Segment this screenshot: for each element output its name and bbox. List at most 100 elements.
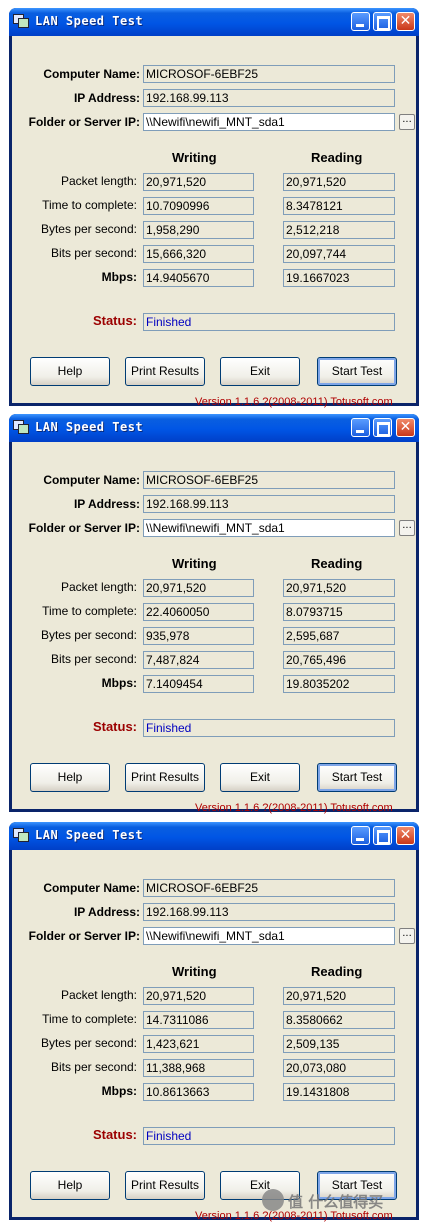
print-results-button[interactable]: Print Results <box>125 763 205 792</box>
writing-bits: 7,487,824 <box>143 651 254 669</box>
window-client: Computer Name: MICROSOF-6EBF25 IP Addres… <box>12 442 416 814</box>
browse-button[interactable]: ... <box>399 520 415 536</box>
window-title: LAN Speed Test <box>35 828 144 842</box>
writing-mbps: 7.1409454 <box>143 675 254 693</box>
watermark-logo: 值 什么值得买 <box>262 1185 412 1215</box>
maximize-icon <box>377 830 390 844</box>
packet-length-label: Packet length: <box>60 174 137 188</box>
browse-button[interactable]: ... <box>399 114 415 130</box>
computer-name-label: Computer Name: <box>43 881 140 895</box>
maximize-button[interactable] <box>373 826 392 845</box>
folder-input[interactable]: \\Newifi\newifi_MNT_sda1 <box>143 519 395 537</box>
browse-button[interactable]: ... <box>399 928 415 944</box>
folder-label: Folder or Server IP: <box>28 115 140 129</box>
computer-name-field: MICROSOF-6EBF25 <box>143 65 395 83</box>
print-results-button[interactable]: Print Results <box>125 1171 205 1200</box>
start-test-button[interactable]: Start Test <box>317 357 397 386</box>
minimize-icon <box>356 838 364 841</box>
status-label: Status: <box>92 719 137 734</box>
reading-bits: 20,073,080 <box>283 1059 395 1077</box>
writing-header: Writing <box>172 964 217 979</box>
maximize-icon <box>377 422 390 436</box>
exit-button[interactable]: Exit <box>220 357 300 386</box>
title-bar[interactable]: LAN Speed Test ✕ <box>9 8 419 36</box>
mbps-label: Mbps: <box>101 270 137 284</box>
version-text: Version 1.1.6 ?(2008-2011) Totusoft.com <box>195 802 393 814</box>
close-button[interactable]: ✕ <box>396 418 415 437</box>
close-icon: ✕ <box>399 419 412 435</box>
writing-time: 22.4060050 <box>143 603 254 621</box>
status-label: Status: <box>92 313 137 328</box>
status-field: Finished <box>143 313 395 331</box>
bits-per-second-label: Bits per second: <box>50 246 137 260</box>
reading-bytes: 2,512,218 <box>283 221 395 239</box>
folder-label: Folder or Server IP: <box>28 929 140 943</box>
ip-address-field: 192.168.99.113 <box>143 89 395 107</box>
writing-bytes: 1,958,290 <box>143 221 254 239</box>
minimize-icon <box>356 24 364 27</box>
computer-name-label: Computer Name: <box>43 473 140 487</box>
reading-bytes: 2,509,135 <box>283 1035 395 1053</box>
reading-mbps: 19.1667023 <box>283 269 395 287</box>
bytes-per-second-label: Bytes per second: <box>40 222 137 236</box>
writing-header: Writing <box>172 150 217 165</box>
print-results-button[interactable]: Print Results <box>125 357 205 386</box>
writing-header: Writing <box>172 556 217 571</box>
status-field: Finished <box>143 1127 395 1145</box>
bits-per-second-label: Bits per second: <box>50 652 137 666</box>
help-button[interactable]: Help <box>30 763 110 792</box>
folder-label: Folder or Server IP: <box>28 521 140 535</box>
reading-bytes: 2,595,687 <box>283 627 395 645</box>
maximize-icon <box>377 16 390 30</box>
title-bar[interactable]: LAN Speed Test ✕ <box>9 822 419 850</box>
app-icon <box>13 420 29 434</box>
app-icon <box>13 14 29 28</box>
writing-bits: 11,388,968 <box>143 1059 254 1077</box>
close-icon: ✕ <box>399 13 412 29</box>
computer-name-field: MICROSOF-6EBF25 <box>143 879 395 897</box>
maximize-button[interactable] <box>373 12 392 31</box>
folder-input[interactable]: \\Newifi\newifi_MNT_sda1 <box>143 927 395 945</box>
bytes-per-second-label: Bytes per second: <box>40 628 137 642</box>
reading-packet-length: 20,971,520 <box>283 173 395 191</box>
reading-header: Reading <box>311 964 363 979</box>
reading-header: Reading <box>311 150 363 165</box>
close-button[interactable]: ✕ <box>396 12 415 31</box>
help-button[interactable]: Help <box>30 357 110 386</box>
folder-input[interactable]: \\Newifi\newifi_MNT_sda1 <box>143 113 395 131</box>
help-button[interactable]: Help <box>30 1171 110 1200</box>
writing-time: 10.7090996 <box>143 197 254 215</box>
exit-button[interactable]: Exit <box>220 763 300 792</box>
minimize-button[interactable] <box>351 12 370 31</box>
writing-packet-length: 20,971,520 <box>143 987 254 1005</box>
mbps-label: Mbps: <box>101 1084 137 1098</box>
reading-time: 8.3478121 <box>283 197 395 215</box>
ip-address-label: IP Address: <box>73 497 140 511</box>
ip-address-label: IP Address: <box>73 91 140 105</box>
writing-bytes: 1,423,621 <box>143 1035 254 1053</box>
close-icon: ✕ <box>399 827 412 843</box>
time-to-complete-label: Time to complete: <box>42 1012 137 1026</box>
reading-header: Reading <box>311 556 363 571</box>
bits-per-second-label: Bits per second: <box>50 1060 137 1074</box>
title-bar[interactable]: LAN Speed Test ✕ <box>9 414 419 442</box>
writing-time: 14.7311086 <box>143 1011 254 1029</box>
time-to-complete-label: Time to complete: <box>42 604 137 618</box>
lan-speed-test-window-2: LAN Speed Test ✕ Computer Name: MICROSOF… <box>9 414 419 814</box>
window-client: Computer Name: MICROSOF-6EBF25 IP Addres… <box>12 850 416 1222</box>
lan-speed-test-window-1: LAN Speed Test ✕ Computer Name: MICROSOF… <box>9 8 419 408</box>
reading-mbps: 19.8035202 <box>283 675 395 693</box>
packet-length-label: Packet length: <box>60 988 137 1002</box>
writing-mbps: 14.9405670 <box>143 269 254 287</box>
writing-packet-length: 20,971,520 <box>143 173 254 191</box>
minimize-icon <box>356 430 364 433</box>
minimize-button[interactable] <box>351 418 370 437</box>
maximize-button[interactable] <box>373 418 392 437</box>
lan-speed-test-window-3: LAN Speed Test ✕ Computer Name: MICROSOF… <box>9 822 419 1222</box>
status-label: Status: <box>92 1127 137 1142</box>
close-button[interactable]: ✕ <box>396 826 415 845</box>
watermark-icon <box>262 1189 284 1211</box>
minimize-button[interactable] <box>351 826 370 845</box>
start-test-button[interactable]: Start Test <box>317 763 397 792</box>
reading-time: 8.3580662 <box>283 1011 395 1029</box>
